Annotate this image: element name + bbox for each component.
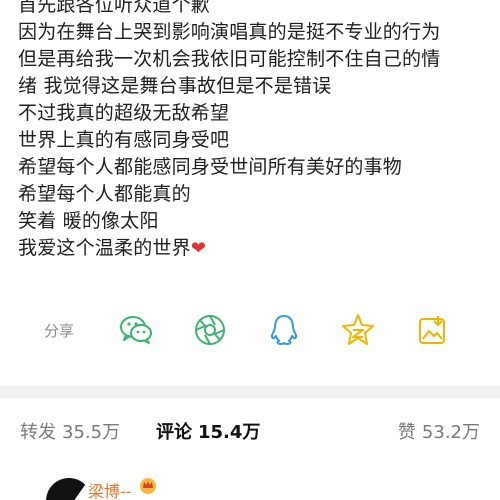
comment-username[interactable]: 梁博--: [88, 478, 132, 500]
post-line: 不过我真的超级无敌希望: [18, 102, 230, 124]
section-divider: [0, 386, 500, 398]
qq-icon[interactable]: [266, 312, 302, 348]
share-label: 分享: [44, 322, 75, 340]
comment-item: 梁博--: [0, 462, 500, 500]
post-line: 笑着 暖的像太阳: [18, 210, 159, 232]
tab-like-count: 53.2万: [421, 422, 480, 443]
post-line: 世界上真的有感同身受吧: [18, 129, 230, 151]
tab-repost-count: 35.5万: [62, 422, 121, 443]
post-line: 首先跟各位听众道个歉: [18, 0, 211, 16]
avatar[interactable]: [46, 478, 92, 500]
post-line: 希望每个人都能感同身受世间所有美好的事物: [18, 156, 403, 178]
post-line: 因为在舞台上哭到影响演唱真的是挺不专业的行为: [18, 21, 441, 43]
save-image-icon[interactable]: [414, 312, 450, 348]
tab-repost-label: 转发: [20, 422, 56, 443]
post-line: 绪 我觉得这是舞台事故但是不是错误: [18, 75, 332, 97]
share-bar: 分享: [0, 308, 500, 352]
tab-like[interactable]: 赞 53.2万: [398, 418, 480, 444]
post-line-last: 我爱这个温柔的世界❤: [18, 235, 488, 262]
tab-comment-label: 评论: [156, 422, 192, 443]
tab-repost[interactable]: 转发 35.5万: [20, 418, 120, 444]
post-line: 希望每个人都能真的: [18, 183, 191, 205]
heart-emoji: ❤: [190, 238, 207, 259]
tab-like-label: 赞: [397, 422, 416, 443]
tab-comment[interactable]: 评论 15.4万: [156, 418, 260, 444]
crown-badge-icon: [138, 476, 158, 494]
tab-comment-count: 15.4万: [198, 422, 261, 443]
wechat-icon[interactable]: [118, 312, 154, 348]
interaction-tab-bar: 转发 35.5万 评论 15.4万 赞 53.2万: [0, 398, 500, 458]
post-line: 但是再给我一次机会我依旧可能控制不住自己的情: [18, 48, 441, 70]
post-line-text: 我爱这个温柔的世界: [18, 237, 191, 259]
post-body: 首先跟各位听众道个歉 因为在舞台上哭到影响演唱真的是挺不专业的行为 但是再给我一…: [18, 0, 488, 262]
qzone-icon[interactable]: [340, 312, 376, 348]
moments-icon[interactable]: [192, 312, 228, 348]
